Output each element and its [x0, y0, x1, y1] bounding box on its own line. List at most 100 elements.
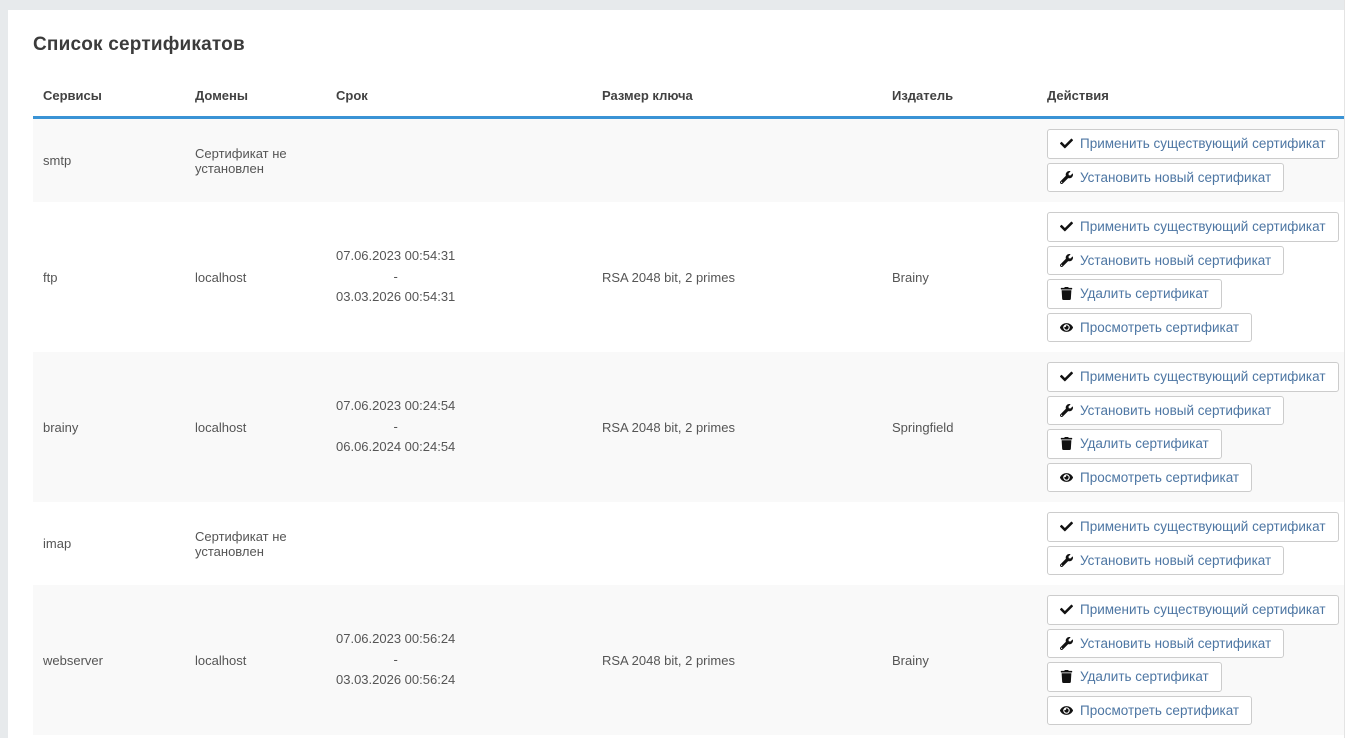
domain-cell: localhost [185, 202, 326, 352]
eye-icon [1060, 471, 1073, 484]
term-separator: - [336, 417, 455, 438]
install-new-certificate-button[interactable]: Установить новый сертификат [1047, 546, 1284, 576]
install-new-certificate-button[interactable]: Установить новый сертификат [1047, 396, 1284, 426]
install-new-certificate-button[interactable]: Установить новый сертификат [1047, 246, 1284, 276]
check-icon [1060, 520, 1073, 533]
table-row: ftplocalhost07.06.2023 00:54:31-03.03.20… [33, 202, 1345, 352]
button-label: Установить новый сертификат [1080, 254, 1271, 268]
certificate-term: 07.06.2023 00:54:31-03.03.2026 00:54:31 [336, 246, 455, 308]
button-label: Удалить сертификат [1080, 287, 1209, 301]
view-certificate-button[interactable]: Просмотреть сертификат [1047, 463, 1252, 493]
issuer-cell: Brainy [882, 202, 1037, 352]
certificates-panel: Список сертификатов Сервисы Домены Срок … [8, 10, 1345, 738]
delete-certificate-button[interactable]: Удалить сертификат [1047, 662, 1222, 692]
install-new-certificate-button[interactable]: Установить новый сертификат [1047, 163, 1284, 193]
service-cell: smtp [33, 118, 185, 203]
key-size-cell [592, 502, 882, 585]
check-icon [1060, 370, 1073, 383]
column-header-term: Срок [326, 76, 592, 118]
eye-icon [1060, 321, 1073, 334]
table-row: brainylocalhost07.06.2023 00:24:54-06.06… [33, 352, 1345, 502]
term-cell [326, 502, 592, 585]
term-from: 07.06.2023 00:24:54 [336, 396, 455, 417]
trash-icon [1060, 670, 1073, 683]
term-cell [326, 118, 592, 203]
wrench-icon [1060, 254, 1073, 267]
delete-certificate-button[interactable]: Удалить сертификат [1047, 279, 1222, 309]
domain-cell: localhost [185, 585, 326, 735]
actions-stack: Применить существующий сертификат Установ… [1047, 510, 1335, 577]
delete-certificate-button[interactable]: Удалить сертификат [1047, 429, 1222, 459]
button-label: Просмотреть сертификат [1080, 321, 1239, 335]
button-label: Применить существующий сертификат [1080, 603, 1326, 617]
trash-icon [1060, 437, 1073, 450]
key-size-cell: RSA 2048 bit, 2 primes [592, 352, 882, 502]
apply-existing-certificate-button[interactable]: Применить существующий сертификат [1047, 129, 1339, 159]
actions-stack: Применить существующий сертификат Установ… [1047, 210, 1335, 344]
key-size-cell: RSA 2048 bit, 2 primes [592, 585, 882, 735]
term-separator: - [336, 267, 455, 288]
button-label: Установить новый сертификат [1080, 637, 1271, 651]
term-from: 07.06.2023 00:54:31 [336, 246, 455, 267]
column-header-issuer: Издатель [882, 76, 1037, 118]
apply-existing-certificate-button[interactable]: Применить существующий сертификат [1047, 512, 1339, 542]
wrench-icon [1060, 171, 1073, 184]
apply-existing-certificate-button[interactable]: Применить существующий сертификат [1047, 595, 1339, 625]
service-cell: brainy [33, 352, 185, 502]
key-size-cell: RSA 2048 bit, 2 primes [592, 202, 882, 352]
button-label: Установить новый сертификат [1080, 554, 1271, 568]
table-row: imapСертификат не установлен Применить су… [33, 502, 1345, 585]
button-label: Установить новый сертификат [1080, 404, 1271, 418]
eye-icon [1060, 704, 1073, 717]
actions-cell: Применить существующий сертификат Установ… [1037, 585, 1345, 735]
term-from: 07.06.2023 00:56:24 [336, 629, 455, 650]
issuer-cell [882, 502, 1037, 585]
term-to: 06.06.2024 00:24:54 [336, 437, 455, 458]
install-new-certificate-button[interactable]: Установить новый сертификат [1047, 629, 1284, 659]
button-label: Применить существующий сертификат [1080, 370, 1326, 384]
issuer-cell: Brainy [882, 585, 1037, 735]
actions-stack: Применить существующий сертификат Установ… [1047, 360, 1335, 494]
key-size-cell [592, 118, 882, 203]
column-header-actions: Действия [1037, 76, 1345, 118]
apply-existing-certificate-button[interactable]: Применить существующий сертификат [1047, 362, 1339, 392]
table-row: webserverlocalhost07.06.2023 00:56:24-03… [33, 585, 1345, 735]
button-label: Применить существующий сертификат [1080, 520, 1326, 534]
issuer-cell [882, 118, 1037, 203]
scrollbar-track[interactable] [1344, 0, 1355, 738]
view-certificate-button[interactable]: Просмотреть сертификат [1047, 313, 1252, 343]
column-header-services: Сервисы [33, 76, 185, 118]
service-cell: imap [33, 502, 185, 585]
service-cell: webserver [33, 585, 185, 735]
term-cell: 07.06.2023 00:56:24-03.03.2026 00:56:24 [326, 585, 592, 735]
trash-icon [1060, 287, 1073, 300]
domain-cell: Сертификат не установлен [185, 118, 326, 203]
issuer-cell: Springfield [882, 352, 1037, 502]
actions-cell: Применить существующий сертификат Установ… [1037, 502, 1345, 585]
check-icon [1060, 137, 1073, 150]
wrench-icon [1060, 404, 1073, 417]
domain-cell: Сертификат не установлен [185, 502, 326, 585]
check-icon [1060, 603, 1073, 616]
view-certificate-button[interactable]: Просмотреть сертификат [1047, 696, 1252, 726]
check-icon [1060, 220, 1073, 233]
term-cell: 07.06.2023 00:54:31-03.03.2026 00:54:31 [326, 202, 592, 352]
column-header-key-size: Размер ключа [592, 76, 882, 118]
column-header-domains: Домены [185, 76, 326, 118]
button-label: Просмотреть сертификат [1080, 704, 1239, 718]
actions-stack: Применить существующий сертификат Установ… [1047, 593, 1335, 727]
term-cell: 07.06.2023 00:24:54-06.06.2024 00:24:54 [326, 352, 592, 502]
service-cell: ftp [33, 202, 185, 352]
actions-cell: Применить существующий сертификат Установ… [1037, 118, 1345, 203]
domain-cell: localhost [185, 352, 326, 502]
apply-existing-certificate-button[interactable]: Применить существующий сертификат [1047, 212, 1339, 242]
certificate-term: 07.06.2023 00:56:24-03.03.2026 00:56:24 [336, 629, 455, 691]
actions-cell: Применить существующий сертификат Установ… [1037, 352, 1345, 502]
actions-stack: Применить существующий сертификатУстанов… [1047, 127, 1335, 194]
term-separator: - [336, 650, 455, 671]
button-label: Применить существующий сертификат [1080, 220, 1326, 234]
table-row: smtpСертификат не установлен Применить су… [33, 118, 1345, 203]
certificates-table: Сервисы Домены Срок Размер ключа Издател… [33, 76, 1345, 735]
button-label: Удалить сертификат [1080, 437, 1209, 451]
page-title: Список сертификатов [33, 34, 1345, 56]
